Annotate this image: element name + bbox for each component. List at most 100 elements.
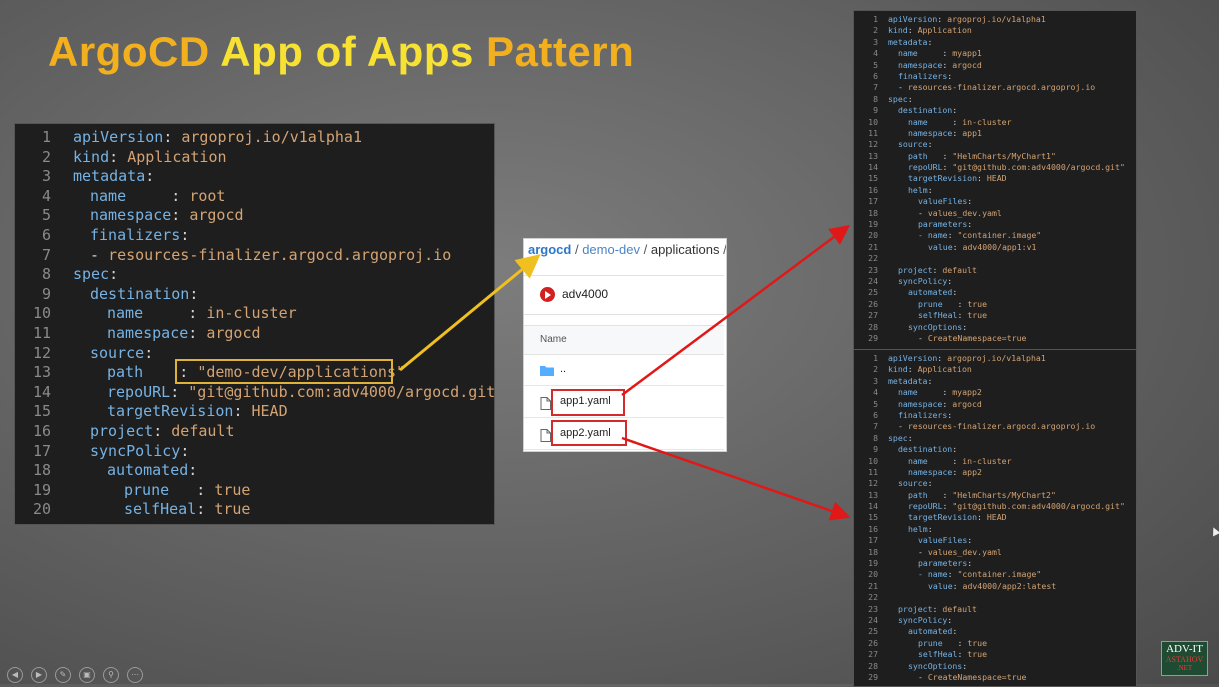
code-line: 14 repoURL: "git@github.com:adv4000/argoc…	[15, 383, 494, 403]
yaml-value: in-cluster	[962, 116, 1012, 127]
yaml-key: prune	[918, 298, 943, 309]
code-line: 3 metadata:	[854, 37, 1136, 48]
logo-line-3: .NET	[1176, 664, 1193, 672]
yaml-separator: :	[109, 147, 128, 166]
yaml-separator: :	[952, 580, 963, 591]
code-line: 27 selfHeal: true	[854, 310, 1136, 321]
code-line: 28 syncOptions:	[854, 322, 1136, 333]
code-line: 13 path : "HelmCharts/MyChart2"	[854, 490, 1136, 501]
line-number: 7	[873, 82, 878, 93]
line-number: 14	[868, 501, 878, 512]
pen-icon[interactable]: ✎	[55, 667, 71, 683]
yaml-separator: :	[126, 186, 190, 205]
yaml-key: finalizers	[90, 225, 181, 244]
breadcrumb-root[interactable]: argocd	[528, 242, 571, 257]
more-icon[interactable]: ⋯	[127, 667, 143, 683]
code-line: 4 name : myapp1	[854, 48, 1136, 59]
breadcrumb: argocd / demo-dev / applications /	[528, 242, 726, 257]
yaml-separator: :	[180, 441, 190, 460]
column-header-name: Name	[540, 334, 567, 345]
yaml-separator: :	[977, 512, 987, 523]
line-number: 14	[868, 162, 878, 173]
yaml-key: repoURL	[908, 162, 943, 173]
yaml-key: apiVersion	[888, 14, 938, 24]
path-highlight-box	[175, 359, 393, 384]
yaml-value: default	[171, 421, 235, 440]
yaml-value: CreateNamespace=true	[927, 332, 1027, 343]
yaml-separator: :	[967, 219, 973, 230]
yaml-value: HEAD	[986, 512, 1007, 523]
line-number: 28	[868, 321, 878, 332]
yaml-value: argocd	[189, 206, 244, 225]
line-number: 9	[873, 444, 878, 455]
line-number: 5	[41, 206, 51, 225]
slides-icon[interactable]: ▣	[79, 667, 95, 683]
code-line: 27 selfHeal: true	[854, 649, 1136, 660]
yaml-separator: :	[145, 167, 155, 186]
breadcrumb-demo-dev[interactable]: demo-dev	[582, 242, 640, 257]
yaml-separator: :	[153, 421, 172, 440]
zoom-icon[interactable]: ⚲	[103, 667, 119, 683]
yaml-key: source	[90, 343, 145, 362]
code-line: 29 - CreateNamespace=true	[854, 333, 1136, 344]
yaml-separator: :	[952, 241, 963, 252]
code-line: 3 metadata:	[15, 167, 494, 187]
line-number: 12	[868, 139, 878, 150]
code-line: 17 valueFiles:	[854, 535, 1136, 546]
yaml-value: HEAD	[986, 173, 1007, 184]
yaml-key: kind	[888, 364, 908, 375]
prev-icon[interactable]: ◀	[7, 667, 23, 683]
code-line: 26 prune : true	[854, 299, 1136, 310]
line-number: 18	[32, 461, 51, 480]
code-line: 9 destination:	[854, 105, 1136, 116]
line-number: 20	[868, 569, 878, 580]
title-part-pattern: Pattern	[486, 28, 635, 75]
yaml-separator: :	[942, 298, 968, 309]
yaml-separator: :	[942, 501, 953, 512]
code-line: 21 value: adv4000/app2:latest	[854, 581, 1136, 592]
line-number: 11	[868, 466, 878, 477]
yaml-key: namespace	[908, 466, 953, 477]
code-line: 20 - name: "container.image"	[854, 569, 1136, 580]
code-line: 28 syncOptions:	[854, 661, 1136, 672]
owner-name[interactable]: adv4000	[562, 287, 608, 301]
yaml-separator: :	[932, 603, 943, 614]
yaml-key: metadata	[888, 375, 928, 386]
yaml-separator: :	[947, 230, 958, 241]
yaml-separator: :	[947, 614, 953, 625]
yaml-value: argoproj.io/v1alpha1	[181, 128, 362, 146]
yaml-key: prune	[124, 480, 170, 499]
logo-line-2: ASTAHOV	[1165, 655, 1204, 664]
yaml-separator: :	[196, 500, 215, 519]
code-line: 16 helm:	[854, 524, 1136, 535]
line-number: 29	[868, 332, 878, 343]
yaml-value: argoproj.io/v1alpha1	[947, 353, 1046, 363]
line-number: 11	[32, 323, 51, 342]
line-number: 13	[868, 150, 878, 161]
line-number: 26	[868, 637, 878, 648]
yaml-separator: :	[947, 569, 958, 580]
yaml-separator: :	[188, 323, 207, 342]
code-line: 16 helm:	[854, 185, 1136, 196]
yaml-key: parameters	[918, 558, 968, 569]
line-number: 20	[32, 500, 51, 519]
code-line: 1 apiVersion: argoproj.io/v1alpha1	[15, 128, 494, 148]
yaml-key: value	[928, 580, 953, 591]
column-header: Name	[524, 325, 724, 355]
yaml-separator: :	[967, 558, 973, 569]
yaml-key: spec	[888, 93, 908, 104]
file-row-parent[interactable]: ..	[524, 355, 724, 386]
line-number: 10	[32, 304, 51, 323]
line-number: 16	[868, 184, 878, 195]
yaml-key: automated	[908, 287, 953, 298]
line-number: 22	[868, 253, 878, 264]
line-number: 7	[41, 245, 51, 264]
next-icon[interactable]: ▶	[31, 667, 47, 683]
repo-owner[interactable]: adv4000	[524, 275, 724, 315]
yaml-key: apiVersion	[73, 128, 164, 146]
code-line: 5 namespace: argocd	[854, 60, 1136, 71]
file-name[interactable]: ..	[560, 363, 566, 375]
yaml-value: CreateNamespace=true	[927, 671, 1027, 682]
line-number: 15	[868, 173, 878, 184]
yaml-key: value	[928, 241, 953, 252]
